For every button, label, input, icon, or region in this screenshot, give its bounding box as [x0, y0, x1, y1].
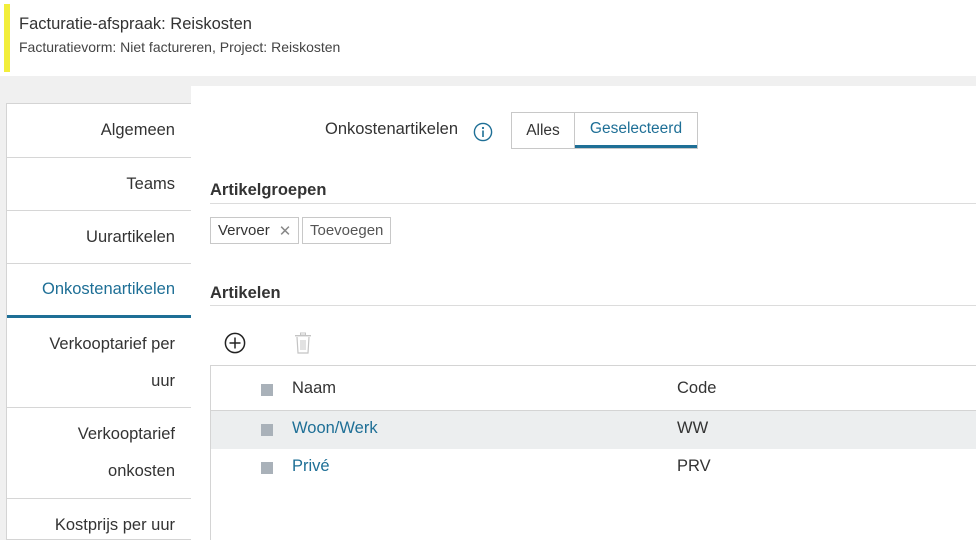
sidebar-item-verkooptarief-per-uur[interactable]: Verkooptarief per uur — [7, 318, 191, 408]
scope-toggle: Alles Geselecteerd — [511, 112, 698, 149]
page-header: Facturatie-afspraak: Reiskosten Facturat… — [0, 0, 976, 76]
onkostenartikelen-field-label: Onkostenartikelen — [325, 120, 458, 138]
sidebar-item-label-line2: onkosten — [108, 462, 175, 480]
trash-icon[interactable] — [294, 332, 312, 354]
row-checkbox[interactable] — [261, 462, 273, 474]
main-panel: Onkostenartikelen Alles Geselecteerd Art… — [191, 86, 976, 540]
sidebar-item-label: Algemeen — [100, 121, 175, 139]
close-icon[interactable]: ✕ — [279, 222, 292, 240]
row-code: WW — [677, 419, 709, 437]
artikelen-heading: Artikelen — [210, 284, 281, 302]
sidebar-item-label-line1: Verkooptarief — [77, 425, 175, 443]
sidebar-item-label: Onkostenartikelen — [42, 280, 175, 298]
sidebar-item-verkooptarief-onkosten[interactable]: Verkooptarief onkosten — [7, 408, 191, 499]
sidebar-item-label: Kostprijs per uur — [54, 515, 175, 534]
page-title: Facturatie-afspraak: Reiskosten — [19, 15, 252, 33]
sidebar-item-label: Uurartikelen — [86, 227, 175, 246]
tag-label: Vervoer — [218, 222, 270, 239]
sidebar-item-algemeen[interactable]: Algemeen — [7, 104, 191, 158]
artikelen-table: Naam Code Woon/Werk WW Privé PRV — [210, 365, 976, 540]
artikelgroepen-heading: Artikelgroepen — [210, 181, 327, 199]
sidebar-item-label-line1: Verkooptarief per — [49, 334, 175, 353]
row-checkbox[interactable] — [261, 424, 273, 436]
row-code: PRV — [677, 457, 711, 475]
artikelgroepen-divider — [210, 203, 976, 204]
sidebar-item-label: Teams — [126, 174, 175, 193]
info-circle-icon[interactable] — [473, 122, 493, 142]
tag-chip: Vervoer ✕ — [210, 217, 300, 244]
row-name-link[interactable]: Privé — [292, 457, 330, 476]
artikelen-divider — [210, 305, 976, 306]
toggle-geselecteerd-button[interactable]: Geselecteerd — [575, 113, 697, 148]
header-accent-bar — [4, 4, 10, 72]
toggle-alles-button[interactable]: Alles — [512, 113, 575, 148]
column-header-code[interactable]: Code — [677, 379, 716, 398]
column-header-naam[interactable]: Naam — [292, 379, 336, 398]
sidebar-item-kostprijs-per-uur[interactable]: Kostprijs per uur — [7, 499, 191, 539]
page-subtitle: Facturatievorm: Niet factureren, Project… — [19, 39, 341, 55]
sidebar-item-uurartikelen[interactable]: Uurartikelen — [7, 211, 191, 264]
table-row[interactable]: Woon/Werk WW — [211, 411, 976, 449]
sidebar-item-teams[interactable]: Teams — [7, 158, 191, 211]
sidebar-item-label-line2: uur — [151, 371, 175, 390]
select-all-checkbox[interactable] — [261, 384, 273, 396]
add-tag-button[interactable]: Toevoegen — [302, 217, 392, 244]
plus-circle-icon[interactable] — [224, 332, 246, 354]
sidebar-nav: Algemeen Teams Uurartikelen Onkostenarti… — [6, 103, 191, 540]
table-row[interactable]: Privé PRV — [211, 449, 976, 487]
row-name-link[interactable]: Woon/Werk — [292, 419, 378, 438]
table-header-row: Naam Code — [211, 369, 976, 411]
sidebar-item-onkostenartikelen[interactable]: Onkostenartikelen — [7, 264, 191, 318]
